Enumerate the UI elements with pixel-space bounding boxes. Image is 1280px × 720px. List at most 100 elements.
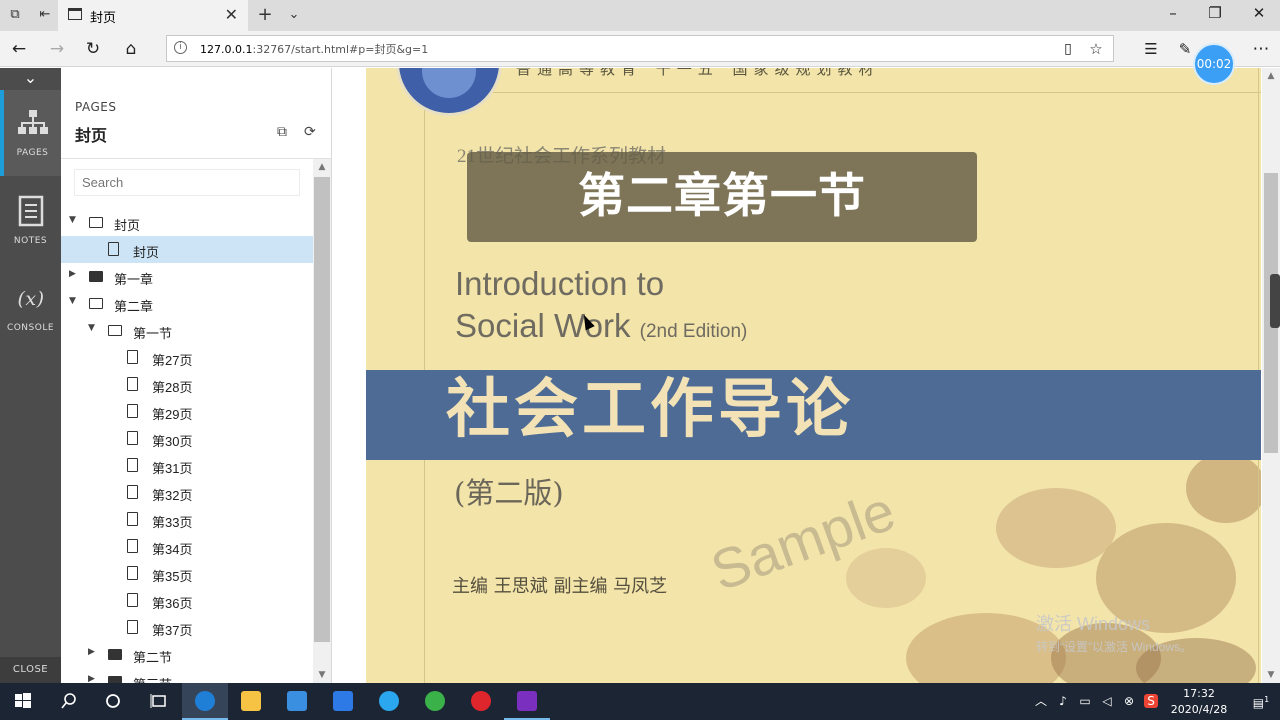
tree-page-item[interactable]: 第33页	[61, 506, 313, 533]
link-search-icon[interactable]: ⟳	[304, 124, 320, 140]
tree-item-label: 第三节	[133, 674, 172, 683]
close-panel-button[interactable]: CLOSE	[0, 657, 61, 683]
microphone-icon[interactable]: ♪	[1056, 694, 1070, 708]
collapse-chevron-icon[interactable]: ⌄	[0, 68, 61, 90]
home-icon[interactable]: ⌂	[120, 39, 142, 59]
open-external-icon[interactable]: ⧉	[277, 124, 293, 140]
tree-page-item[interactable]: 第31页	[61, 452, 313, 479]
tree-folder-item[interactable]: ▼ 第二章	[61, 290, 313, 317]
notification-center-icon[interactable]: ▤1	[1252, 693, 1270, 710]
taskbar-wechat[interactable]	[412, 683, 458, 720]
tree-folder-item[interactable]: ▼ 第一节	[61, 317, 313, 344]
tab-close-icon[interactable]: ✕	[225, 5, 238, 24]
tree-item-label: 封页	[133, 245, 160, 260]
tree-item-label: 封页	[114, 218, 141, 233]
volume-icon[interactable]: ◁	[1100, 694, 1114, 708]
taskbar-mail[interactable]	[274, 683, 320, 720]
tree-folder-item[interactable]: ▼ 封页	[61, 209, 313, 236]
chapter-caption-overlay: 第二章第一节	[467, 152, 977, 242]
caret-down-icon[interactable]: ▼	[69, 296, 81, 306]
search-input[interactable]	[74, 169, 300, 196]
pen-icon[interactable]: ✎	[1174, 39, 1196, 59]
new-tab-icon[interactable]: +	[256, 6, 274, 24]
forward-arrow-icon[interactable]: →	[46, 39, 68, 59]
cortana-button[interactable]	[90, 683, 136, 720]
cover-english-title: Introduction to Social Work (2nd Edition…	[455, 265, 748, 344]
tree-item-label: 第35页	[152, 569, 193, 584]
scroll-thumb[interactable]	[314, 177, 330, 642]
caret-right-icon[interactable]: ▶	[69, 269, 81, 279]
taskbar-explorer[interactable]	[228, 683, 274, 720]
address-bar[interactable]: i 127.0.0.1:32767/start.html#p=封页&g=1 ▯ …	[166, 35, 1114, 62]
more-menu-icon[interactable]: ⋯	[1250, 39, 1272, 59]
set-aside-tabs-icon[interactable]: ⇤	[36, 6, 54, 24]
tree-page-item[interactable]: 第35页	[61, 560, 313, 587]
favorites-list-icon[interactable]: ☰	[1140, 39, 1162, 59]
caret-down-icon[interactable]: ▼	[69, 215, 81, 225]
tab-list-chevron-icon[interactable]: ⌄	[285, 6, 303, 24]
scroll-up-icon[interactable]: ▲	[1262, 68, 1280, 84]
taskbar-axure-rp[interactable]	[504, 683, 550, 720]
chevron-up-icon[interactable]: ︿	[1034, 694, 1048, 708]
tree-page-item[interactable]: 第37页	[61, 614, 313, 641]
search-button[interactable]	[46, 683, 92, 720]
tab-active[interactable]: 封页 ✕	[58, 0, 248, 31]
tree-page-item[interactable]: 第27页	[61, 344, 313, 371]
tree-page-item[interactable]: 第32页	[61, 479, 313, 506]
tree-item-label: 第27页	[152, 353, 193, 368]
tree-page-item[interactable]: 第34页	[61, 533, 313, 560]
folder-icon	[108, 325, 122, 336]
close-window-button[interactable]: ✕	[1236, 4, 1280, 26]
tree-item-label: 第29页	[152, 407, 193, 422]
taskbar-edge[interactable]	[182, 683, 228, 720]
rail-item-notes[interactable]: NOTES	[0, 178, 61, 264]
sogou-input-icon[interactable]: S	[1144, 694, 1158, 708]
status-x-icon[interactable]: ⊗	[1122, 694, 1136, 708]
scroll-down-icon[interactable]: ▼	[1262, 667, 1280, 683]
favorite-star-icon[interactable]: ☆	[1085, 39, 1107, 59]
back-arrow-icon[interactable]: ←	[8, 39, 30, 59]
sogou-icon	[379, 691, 399, 711]
tree-item-label: 第二章	[114, 299, 154, 314]
tree-page-item[interactable]: 封页	[61, 236, 313, 263]
windows-taskbar: ︿ ♪ ▭ ◁ ⊗ S 17:32 2020/4/28 ▤1	[0, 683, 1280, 720]
tree-item-label: 第33页	[152, 515, 193, 530]
folder-icon	[89, 298, 103, 309]
tree-folder-item[interactable]: ▶ 第一章	[61, 263, 313, 290]
task-view-button[interactable]	[136, 683, 182, 720]
tree-page-item[interactable]: 第36页	[61, 587, 313, 614]
site-info-icon[interactable]: i	[174, 41, 187, 54]
minimize-button[interactable]: –	[1150, 4, 1196, 26]
folder-icon	[108, 649, 122, 660]
restore-button[interactable]: ❐	[1192, 4, 1238, 26]
cover-rule	[424, 92, 1261, 93]
taskbar-netease-music[interactable]	[458, 683, 504, 720]
tab-manager-icon[interactable]: ⧉	[6, 6, 24, 24]
caret-right-icon[interactable]: ▶	[88, 647, 100, 657]
refresh-icon[interactable]: ↻	[82, 39, 104, 59]
caret-down-icon[interactable]: ▼	[88, 323, 100, 333]
battery-icon[interactable]: ▭	[1078, 694, 1092, 708]
taskbar-wps[interactable]	[320, 683, 366, 720]
scroll-up-icon[interactable]: ▲	[313, 159, 331, 175]
rail-label-pages: PAGES	[16, 148, 49, 158]
tree-page-item[interactable]: 第30页	[61, 425, 313, 452]
rail-item-console[interactable]: (x) CONSOLE	[0, 265, 61, 351]
windows-logo-icon	[15, 693, 31, 708]
tree-page-item[interactable]: 第28页	[61, 371, 313, 398]
notes-icon	[18, 195, 43, 227]
start-button[interactable]	[0, 683, 46, 720]
tree-page-item[interactable]: 第29页	[61, 398, 313, 425]
caret-right-icon[interactable]: ▶	[88, 674, 100, 683]
taskbar-sogou[interactable]	[366, 683, 412, 720]
tree-folder-item[interactable]: ▶ 第二节	[61, 641, 313, 668]
music-icon	[471, 691, 491, 711]
scroll-handle[interactable]	[1270, 274, 1280, 328]
clock[interactable]: 17:32 2020/4/28	[1164, 686, 1234, 718]
tree-folder-item[interactable]: ▶ 第三节	[61, 668, 313, 683]
rail-item-pages[interactable]: PAGES	[0, 90, 61, 176]
scroll-down-icon[interactable]: ▼	[313, 667, 331, 683]
main-scrollbar[interactable]: ▲ ▼	[1262, 68, 1280, 683]
panel-scrollbar[interactable]: ▲ ▼	[313, 159, 331, 683]
reading-view-icon[interactable]: ▯	[1057, 39, 1079, 59]
